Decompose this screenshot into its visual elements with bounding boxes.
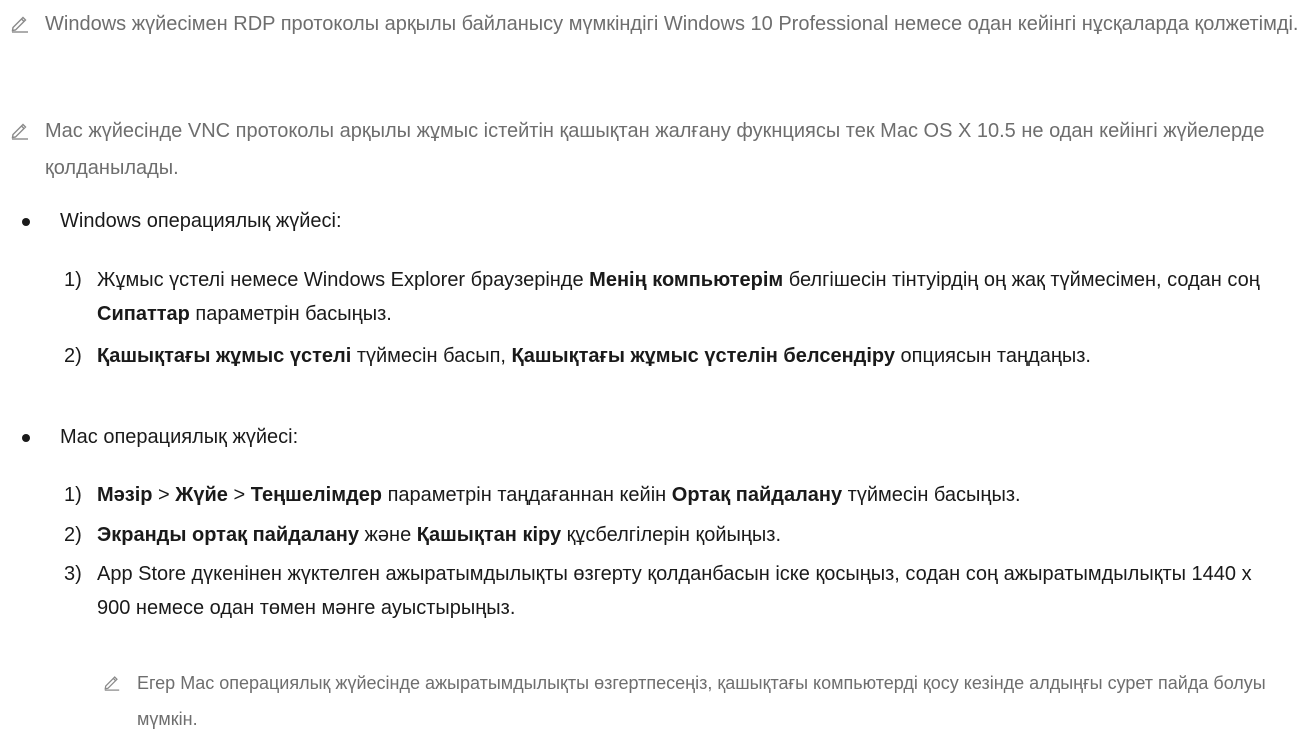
mac-step-1: 1) Мәзір > Жүйе > Теңшелімдер параметрін… [0, 478, 1300, 512]
pencil-note-icon [11, 16, 28, 33]
note-vnc: Mac жүйесінде VNC протоколы арқылы жұмыс… [0, 113, 1300, 187]
step-bold-term: Мәзір [97, 484, 153, 506]
bullet-windows: Windows операциялық жүйесі: [0, 206, 1300, 236]
step-text-part: опциясын таңдаңыз. [894, 345, 1091, 367]
step-bold-term: Менің компьютерім [589, 269, 784, 291]
note-text: Windows жүйесімен RDP протоколы арқылы б… [45, 13, 1299, 35]
note-rdp: Windows жүйесімен RDP протоколы арқылы б… [0, 6, 1300, 43]
note-resolution: Егер Mac операциялық жүйесінде ажыратымд… [0, 665, 1300, 737]
step-text-part: түймесін басыңыз. [842, 484, 1021, 506]
step-text-part: түймесін басып, [351, 345, 512, 367]
step-bold-term: Теңшелімдер [250, 484, 383, 506]
step-bold-term: Қашықтан кіру [416, 524, 562, 546]
bullet-dot [22, 218, 30, 226]
step-text-part: белгішесін тінтуірдің оң жақ түймесімен,… [783, 269, 1260, 291]
note-text: Mac жүйесінде VNC протоколы арқылы жұмыс… [45, 120, 1265, 179]
bullet-dot [22, 434, 30, 442]
pencil-note-icon [104, 676, 120, 691]
step-text-part: құсбелгілерін қойыңыз. [561, 524, 782, 546]
bullet-mac: Mac операциялық жүйесі: [0, 422, 1300, 452]
step-text-part: Жұмыс үстелі немесе Windows Explorer бра… [97, 269, 590, 291]
mac-step-2: 2) Экранды ортақ пайдалану және Қашықтан… [0, 518, 1300, 552]
step-text-part: параметрін басыңыз. [189, 303, 392, 325]
pencil-note-icon [11, 123, 28, 140]
step-text: Қашықтағы жұмыс үстелі түймесін басып, Қ… [0, 339, 1300, 373]
step-text: App Store дүкенінен жүктелген ажыратымды… [97, 563, 1252, 619]
step-text: Жұмыс үстелі немесе Windows Explorer бра… [0, 263, 1300, 331]
step-bold-term: Ортақ пайдалану [671, 484, 843, 506]
step-bold-term: Жүйе [175, 484, 228, 506]
step-text-part: және [359, 524, 417, 546]
step-number: 2) [64, 524, 82, 546]
step-bold-term: Қашықтағы жұмыс үстелін белсендіру [511, 345, 895, 367]
note-text: Егер Mac операциялық жүйесінде ажыратымд… [137, 673, 1266, 729]
step-text: Мәзір > Жүйе > Теңшелімдер параметрін та… [0, 478, 1300, 512]
windows-step-1: 1) Жұмыс үстелі немесе Windows Explorer … [0, 263, 1300, 331]
step-bold-term: Сипаттар [97, 303, 190, 325]
step-number: 2) [64, 345, 82, 367]
step-number: 1) [64, 269, 82, 291]
step-bold-term: Қашықтағы жұмыс үстелі [97, 345, 352, 367]
mac-step-3: 3) App Store дүкенінен жүктелген ажыраты… [0, 557, 1300, 625]
step-bold-term: Экранды ортақ пайдалану [97, 524, 359, 546]
step-separator: > [227, 484, 251, 506]
step-separator: > [152, 484, 176, 506]
bullet-title: Windows операциялық жүйесі: [60, 210, 342, 232]
step-text-part: параметрін таңдағаннан кейін [382, 484, 672, 506]
bullet-title: Mac операциялық жүйесі: [60, 426, 299, 448]
step-text: Экранды ортақ пайдалану және Қашықтан кі… [0, 518, 1300, 552]
windows-step-2: 2) Қашықтағы жұмыс үстелі түймесін басып… [0, 339, 1300, 373]
step-number: 3) [64, 563, 82, 585]
step-number: 1) [64, 484, 82, 506]
